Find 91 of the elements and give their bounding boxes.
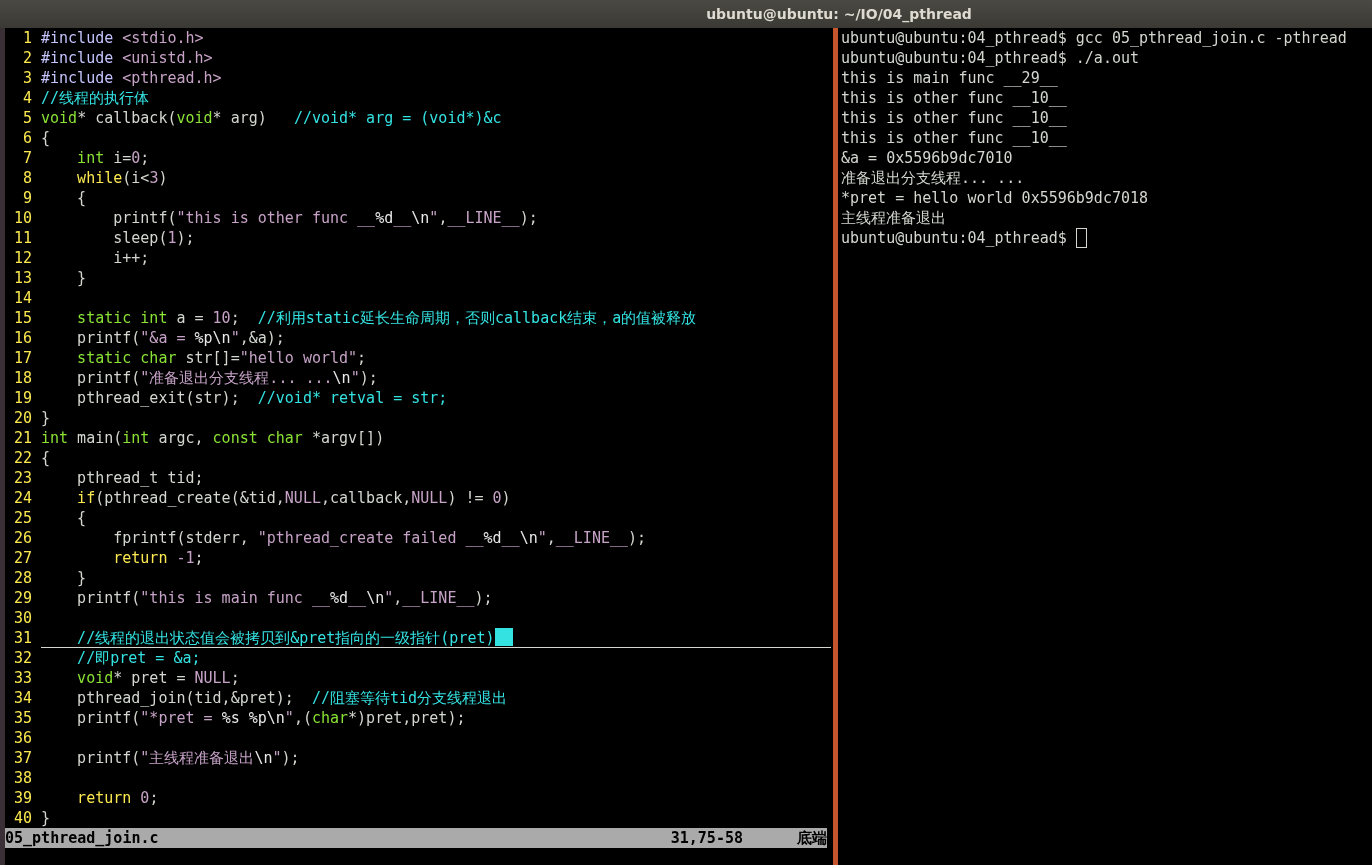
line-number: 14 (12, 288, 33, 308)
code-line: //线程的执行体 (41, 88, 150, 108)
line-number: 29 (12, 588, 33, 608)
line-number: 27 (12, 548, 33, 568)
code-line: while(i<3) (76, 168, 168, 188)
code-line: { (76, 188, 87, 208)
code-line: int main(int argc, const char *argv[]) (41, 428, 385, 448)
code-line: //即pret = &a; (76, 648, 201, 668)
line-number: 1 (21, 28, 33, 48)
line-number: 28 (12, 568, 33, 588)
terminal-line: this is other func __10__ (841, 109, 1067, 127)
line-number: 4 (21, 88, 33, 108)
code-line: printf("*pret = %s %p\n",(char*)pret,pret); (76, 708, 466, 728)
line-number: 40 (12, 808, 33, 828)
line-number: 5 (21, 108, 33, 128)
line-number: 16 (12, 328, 33, 348)
code-line: i++; (112, 248, 150, 268)
terminal-line: ubuntu@ubuntu:04_pthread$ gcc 05_pthread_join.c -pthread (841, 29, 1347, 47)
line-number: 3 (21, 68, 33, 88)
line-number: 2 (21, 48, 33, 68)
code-line: printf("主线程准备退出\n"); (76, 748, 300, 768)
line-number: 33 (12, 668, 33, 688)
line-number: 34 (12, 688, 33, 708)
line-number: 15 (12, 308, 33, 328)
terminal-line: ubuntu@ubuntu:04_pthread$ (841, 229, 1067, 247)
code-line: } (41, 808, 51, 828)
line-number: 13 (12, 268, 33, 288)
line-number: 21 (12, 428, 33, 448)
code-line: #include <unistd.h> (41, 48, 213, 68)
line-number: 24 (12, 488, 33, 508)
line-number: 10 (12, 208, 33, 228)
terminal-line: &a = 0x5596b9dc7010 (841, 149, 1013, 167)
line-number: 30 (12, 608, 33, 628)
terminal-line: 准备退出分支线程... ... (841, 169, 1025, 187)
line-number: 37 (12, 748, 33, 768)
terminal-line: this is other func __10__ (841, 89, 1067, 107)
line-number: 39 (12, 788, 33, 808)
code-line: } (76, 568, 87, 588)
code-line: printf("this is other func __%d__\n",__LINE__); (112, 208, 538, 228)
code-line: pthread_t tid; (76, 468, 204, 488)
file-name: 05_pthread_join.c (5, 828, 159, 848)
terminal-line: 主线程准备退出 (841, 209, 946, 227)
code-line: return 0; (76, 788, 159, 808)
code-line: { (41, 128, 51, 148)
code-line: pthread_join(tid,&pret); //阻塞等待tid分支线程退出 (76, 688, 508, 708)
code-line: int i=0; (76, 148, 150, 168)
line-number: 18 (12, 368, 33, 388)
code-line: if(pthread_create(&tid,NULL,callback,NULL) != 0) (76, 488, 511, 508)
line-number: 32 (12, 648, 33, 668)
code-line: } (41, 408, 51, 428)
code-line: fprintf(stderr, "pthread_create failed __%d__\n",__LINE__); (112, 528, 647, 548)
line-number: 25 (12, 508, 33, 528)
terminal-line: ubuntu@ubuntu:04_pthread$ ./a.out (841, 49, 1139, 67)
line-number: 38 (12, 768, 33, 788)
line-number: 17 (12, 348, 33, 368)
code-line: #include <pthread.h> (41, 68, 222, 88)
code-line: static char str[]="hello world"; (76, 348, 367, 368)
line-number: 35 (12, 708, 33, 728)
line-number: 23 (12, 468, 33, 488)
line-number: 11 (12, 228, 33, 248)
line-number: 31 (12, 628, 33, 648)
code-line: //线程的退出状态值会被拷贝到&pret指向的一级指针(pret) (76, 628, 495, 647)
line-number: 36 (12, 728, 33, 748)
terminal-line: *pret = hello world 0x5596b9dc7018 (841, 189, 1149, 207)
line-number: 6 (21, 128, 33, 148)
line-number: 7 (21, 148, 33, 168)
terminal-line: this is other func __10__ (841, 129, 1067, 147)
code-line: #include <stdio.h> (41, 28, 204, 48)
code-line: } (76, 268, 87, 288)
line-number: 26 (12, 528, 33, 548)
line-number: 12 (12, 248, 33, 268)
code-line: { (41, 448, 51, 468)
code-line: printf("&a = %p\n",&a); (76, 328, 285, 348)
window-title: ubuntu@ubuntu: ~/IO/04_pthread (706, 6, 972, 22)
scroll-position: 底端 (797, 828, 827, 848)
cursor-position: 31,75-58 (670, 828, 743, 848)
line-number: 19 (12, 388, 33, 408)
code-line: printf("this is main func __%d__\n",__LINE__); (76, 588, 493, 608)
line-number: 8 (21, 168, 33, 188)
code-line: pthread_exit(str); //void* retval = str; (76, 388, 448, 408)
code-line: static int a = 10; //利用static延长生命周期，否则callback结束，a的值被释放 (76, 308, 697, 328)
line-number: 9 (21, 188, 33, 208)
code-line: void* pret = NULL; (76, 668, 240, 688)
code-line: { (76, 508, 87, 528)
line-number: 20 (12, 408, 33, 428)
code-line: sleep(1); (112, 228, 195, 248)
terminal-line: this is main func __29__ (841, 69, 1058, 87)
line-number: 22 (12, 448, 33, 468)
code-line: printf("准备退出分支线程... ...\n"); (76, 368, 378, 388)
code-line: return -1; (112, 548, 204, 568)
code-line: void* callback(void* arg) //void* arg = (void*)&c (41, 108, 502, 128)
